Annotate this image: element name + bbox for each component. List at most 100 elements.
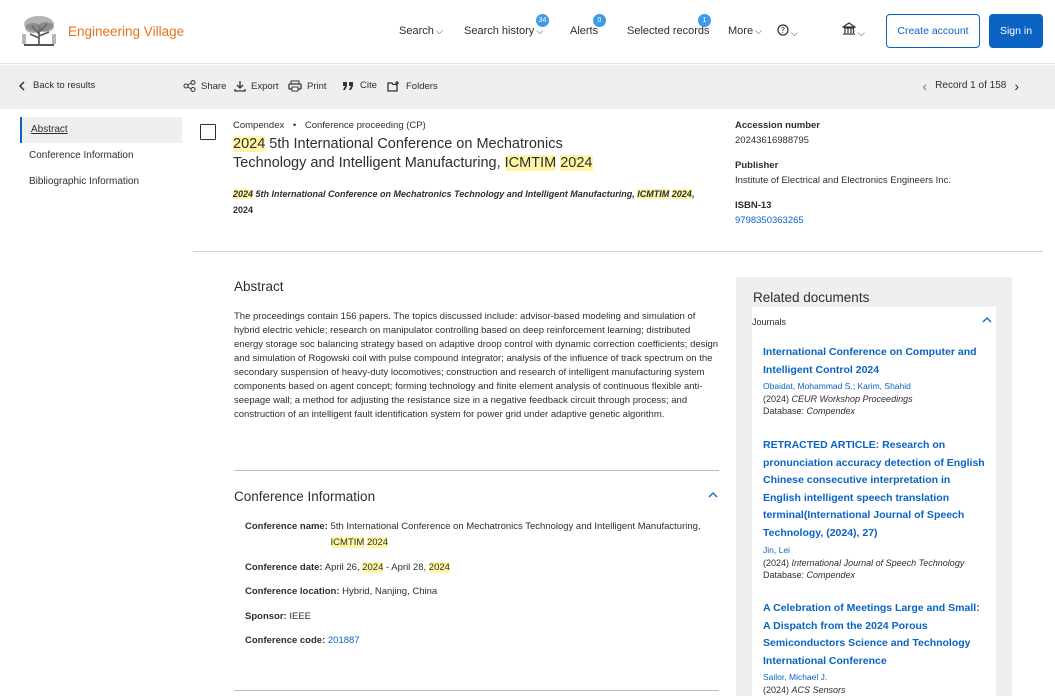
folders-button[interactable]: Folders [387,80,438,92]
conference-location-row: Conference location: Hybrid, Nanjing, Ch… [245,584,715,600]
chevron-left-icon [18,80,25,91]
nav-alerts-label: Alerts [570,25,599,37]
collapse-chevron-up-icon[interactable] [982,316,992,324]
accession-number-label: Accession number [735,120,820,131]
help-menu[interactable]: ? ⌵ [777,24,798,39]
record-toolbar: Back to results Share Export Print Cite … [0,65,1055,109]
nav-more-label: More [728,25,754,37]
related-document-title-link[interactable]: International Conference on Computer and… [763,344,989,379]
related-document-item: International Conference on Computer and… [763,344,989,417]
nav-search-history[interactable]: 34 Search history ⌵ [464,14,549,37]
conference-location-label: Conference location: [245,586,340,597]
related-document-publication: International Journal of Speech Technolo… [791,557,965,568]
conference-code-label: Conference code: [245,635,326,646]
database-value: Compendex [806,569,856,580]
nav-search[interactable]: Search ⌵ [399,25,443,37]
folders-label: Folders [406,80,438,92]
export-button[interactable]: Export [234,80,278,92]
previous-record-icon[interactable]: ‹ [922,79,927,93]
section-navigation: Abstract Conference Information Bibliogr… [20,117,182,195]
related-document-authors[interactable]: Jin, Lei [763,545,989,555]
related-document-authors[interactable]: Obaidat, Mohammad S.; Karim, Shahid [763,381,989,391]
abstract-divider [234,470,719,471]
conference-name-highlight-year: 2024 [366,537,389,548]
source-highlight-acronym: ICMTIM [637,189,670,199]
related-document-source: (2024) International Journal of Speech T… [763,557,989,569]
export-label: Export [251,80,279,92]
print-icon [288,80,302,92]
nav-search-label: Search [399,25,434,37]
sponsor-value: IEEE [289,611,311,622]
record-title: 2024 5th International Conference on Mec… [233,135,633,173]
record-meta: Compendex • Conference proceeding (CP) [233,120,426,131]
record-pager: ‹ Record 1 of 158 › [914,79,1027,93]
institution-menu[interactable]: ⌵ [841,22,865,39]
cite-button[interactable]: Cite [342,80,377,91]
related-document-publication: ACS Sensors [791,685,846,696]
conference-name-text: 5th International Conference on Mechatro… [330,521,701,532]
logo[interactable]: Engineering Village [20,14,184,48]
database-label: Compendex [233,120,285,131]
create-account-button[interactable]: Create account [886,14,980,48]
nav-selected-records[interactable]: 1 Selected records [627,14,711,37]
export-icon [234,81,246,92]
conference-divider [234,690,719,691]
database-value: Compendex [806,406,856,417]
conference-date-row: Conference date: April 26, 2024 - April … [245,560,715,576]
isbn-label: ISBN-13 [735,200,772,211]
related-documents-panel: Related documents Journals International… [736,277,1012,696]
conference-date-highlight-year: 2024 [362,562,384,573]
nav-selected-records-label: Selected records [627,25,710,37]
title-highlight-year: 2024 [233,136,266,152]
publisher-label: Publisher [735,160,779,171]
conference-date-highlight-year-2: 2024 [428,562,450,573]
back-to-results-label: Back to results [33,80,96,91]
elsevier-tree-logo-icon [20,14,58,48]
chevron-down-icon: ⌵ [791,28,798,38]
isbn-link[interactable]: 9798350363265 [735,215,1035,226]
record-source: 2024 5th International Conference on Mec… [233,186,713,218]
related-document-year: (2024) [763,394,792,405]
next-record-icon[interactable]: › [1014,79,1019,93]
print-button[interactable]: Print [288,80,327,92]
related-document-publication: CEUR Workshop Proceedings [791,394,913,405]
back-to-results-link[interactable]: Back to results [18,80,95,91]
conference-code-row: Conference code: 201887 [245,633,715,649]
collapse-chevron-up-icon[interactable] [708,491,718,499]
title-highlight-year-2: 2024 [560,155,593,171]
conference-date-end: - April 28, [383,562,429,573]
nav-link-conference-information[interactable]: Conference Information [20,143,182,169]
related-document-item: A Celebration of Meetings Large and Smal… [763,600,989,696]
related-document-authors[interactable]: Sailor, Michael J. [763,672,989,682]
related-document-title-link[interactable]: A Celebration of Meetings Large and Smal… [763,600,989,670]
record-counter: Record 1 of 158 [935,80,1007,91]
chevron-down-icon: ⌵ [536,26,544,36]
related-documents-heading: Related documents [753,290,870,305]
related-document-item: RETRACTED ARTICLE: Research on pronuncia… [763,437,989,581]
related-documents-list: Journals International Conference on Com… [752,307,996,696]
journals-group-label: Journals [752,317,787,327]
nav-link-abstract[interactable]: Abstract [20,117,182,143]
conference-name-value: 5th International Conference on Mechatro… [330,519,711,551]
accession-number-value: 20243616988795 [735,135,809,146]
sponsor-label: Sponsor: [245,611,287,622]
alerts-badge: 0 [593,14,606,27]
title-highlight-acronym: ICMTIM [504,155,557,171]
nav-more[interactable]: More ⌵ [728,25,762,37]
institution-icon [841,22,857,35]
related-document-database: Database: Compendex [763,569,989,581]
sponsor-row: Sponsor: IEEE [245,609,715,625]
conference-date-label: Conference date: [245,562,323,573]
database-prefix: Database: [763,569,807,580]
document-type: Conference proceeding (CP) [304,120,426,131]
related-document-title-link[interactable]: RETRACTED ARTICLE: Research on pronuncia… [763,437,989,543]
sign-in-button[interactable]: Sign in [989,14,1043,48]
conference-code-link[interactable]: 201887 [328,635,360,646]
nav-alerts[interactable]: 0 Alerts [570,14,606,37]
share-button[interactable]: Share [183,80,226,92]
related-document-source: (2024) ACS Sensors [763,684,989,696]
chevron-down-icon: ⌵ [858,28,865,38]
nav-link-bibliographic-information[interactable]: Bibliographic Information [20,169,182,195]
publisher-value: Institute of Electrical and Electronics … [735,175,951,186]
select-record-checkbox[interactable] [200,124,216,140]
